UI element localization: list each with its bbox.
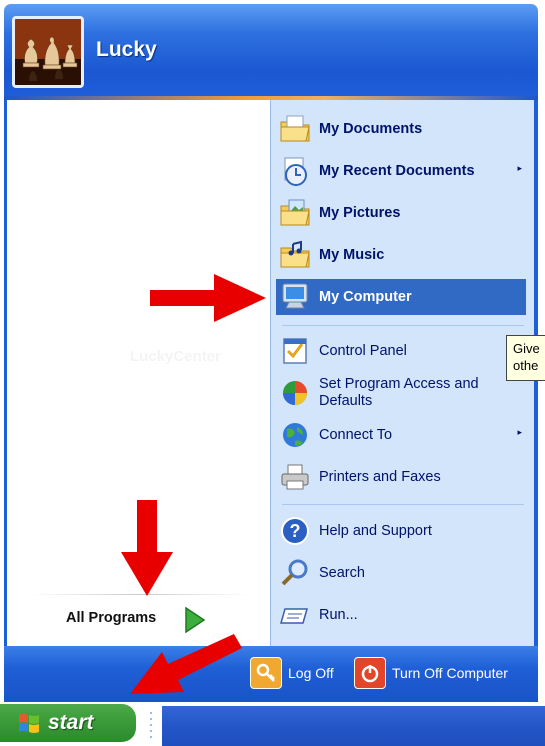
red-arrow-right-annotation <box>150 274 266 322</box>
menu-separator <box>282 325 524 326</box>
menu-item-label: Help and Support <box>319 522 432 539</box>
search-icon <box>278 556 312 590</box>
control-panel-icon <box>278 334 312 368</box>
windows-logo-icon <box>19 714 39 733</box>
watermark-text: LuckyCenter <box>130 348 221 365</box>
menu-item-control-panel[interactable]: Control Panel <box>276 333 526 369</box>
red-arrow-down-annotation <box>121 500 173 596</box>
all-programs-button[interactable]: All Programs <box>66 610 156 626</box>
tooltip-line: Give <box>513 341 540 356</box>
menu-item-label: Run... <box>319 606 358 623</box>
key-icon <box>250 657 282 689</box>
chess-pieces-picture <box>15 19 81 85</box>
taskbar-band <box>162 706 545 746</box>
turn-off-computer-button[interactable]: Turn Off Computer <box>354 654 508 692</box>
menu-item-my-recent-documents[interactable]: My Recent Documents ▸ <box>276 153 526 189</box>
folder-music-icon <box>278 238 312 272</box>
recent-documents-icon <box>278 154 312 188</box>
menu-item-help-and-support[interactable]: ? Help and Support <box>276 513 526 549</box>
user-avatar[interactable] <box>12 16 84 88</box>
menu-item-label: Control Panel <box>319 342 407 359</box>
menu-item-my-documents[interactable]: My Documents <box>276 111 526 147</box>
menu-item-label: Set Program Access and Defaults <box>319 376 479 409</box>
submenu-arrow-icon: ▸ <box>517 164 522 174</box>
menu-item-label: My Computer <box>319 288 412 305</box>
menu-item-label: Search <box>319 564 365 581</box>
menu-item-my-pictures[interactable]: My Pictures <box>276 195 526 231</box>
menu-item-set-program-access[interactable]: Set Program Access and Defaults <box>276 372 526 414</box>
tooltip: Give othe <box>506 335 545 381</box>
folder-documents-icon <box>278 112 312 146</box>
menu-item-connect-to[interactable]: Connect To ▸ <box>276 417 526 453</box>
svg-text:?: ? <box>290 521 301 541</box>
menu-item-label: My Music <box>319 246 385 263</box>
start-button[interactable]: start <box>0 704 136 742</box>
computer-icon <box>278 280 312 314</box>
tooltip-line: othe <box>513 358 539 373</box>
menu-border-left <box>4 100 7 646</box>
log-off-label: Log Off <box>288 665 334 681</box>
menu-item-printers-and-faxes[interactable]: Printers and Faxes <box>276 459 526 495</box>
menu-item-my-computer[interactable]: My Computer <box>276 279 526 315</box>
menu-item-run[interactable]: Run... <box>276 597 526 633</box>
user-name: Lucky <box>96 38 157 61</box>
help-icon: ? <box>278 514 312 548</box>
program-access-icon <box>278 376 312 410</box>
folder-pictures-icon <box>278 196 312 230</box>
red-arrow-diagonal-annotation <box>130 634 242 694</box>
power-icon <box>354 657 386 689</box>
menu-item-search[interactable]: Search <box>276 555 526 591</box>
run-icon <box>278 598 312 632</box>
menu-item-label: My Recent Documents <box>319 162 475 179</box>
menu-item-label: My Documents <box>319 120 423 137</box>
menu-item-label: Connect To <box>319 426 393 443</box>
printer-icon <box>278 460 312 494</box>
submenu-arrow-icon: ▸ <box>517 428 522 438</box>
turn-off-label: Turn Off Computer <box>392 665 508 681</box>
start-menu-header <box>4 4 538 100</box>
log-off-button[interactable]: Log Off <box>250 654 334 692</box>
menu-item-my-music[interactable]: My Music <box>276 237 526 273</box>
connect-globe-icon <box>278 418 312 452</box>
menu-item-label: Printers and Faxes <box>319 468 441 485</box>
menu-separator <box>282 504 524 505</box>
menu-item-label: My Pictures <box>319 204 401 221</box>
start-label: start <box>48 711 94 734</box>
taskbar-grip[interactable] <box>149 710 153 744</box>
